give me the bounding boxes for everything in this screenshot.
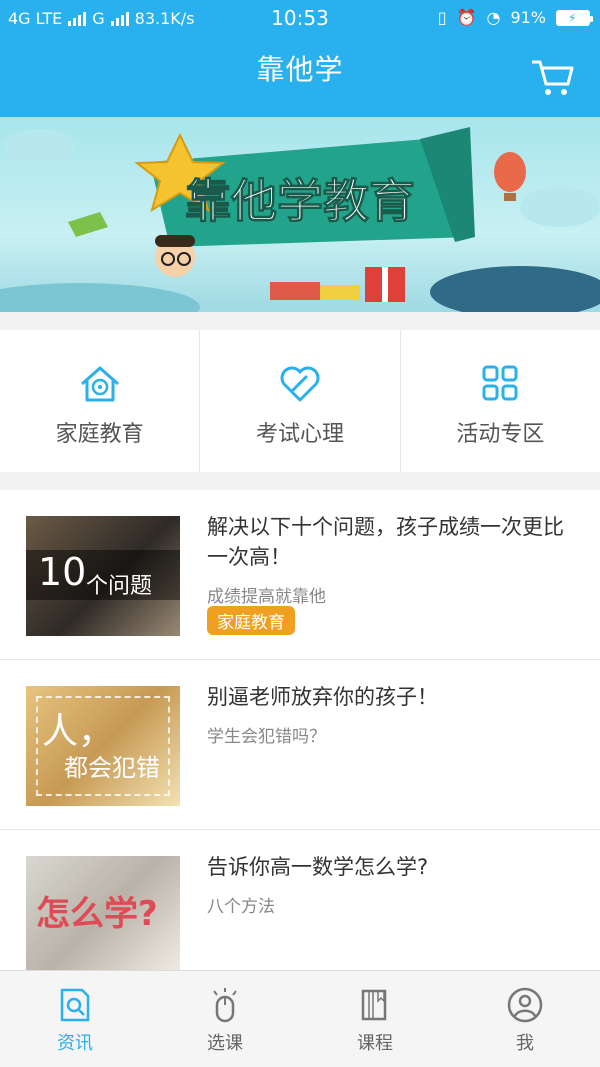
mouse-click-icon xyxy=(213,988,237,1023)
tab-label: 我 xyxy=(516,1033,534,1054)
tab-label: 课程 xyxy=(357,1033,393,1054)
article-subtitle: 成绩提高就靠他 xyxy=(207,587,326,607)
heart-pen-icon xyxy=(280,366,320,402)
thumb-text-small: 个问题 xyxy=(86,574,153,599)
battery-icon: ⚡ xyxy=(556,9,593,26)
vibrate-icon: ▯ xyxy=(437,8,447,27)
book-icon xyxy=(361,989,387,1021)
tab-label: 选课 xyxy=(207,1033,243,1054)
wifi-icon: ◔ xyxy=(486,8,501,27)
grid-icon xyxy=(482,365,518,401)
news-search-icon xyxy=(60,988,90,1022)
article-item[interactable]: 人， 都会犯错 别逼老师放弃你的孩子！ 学生会犯错吗？ xyxy=(0,660,600,830)
article-list: 10 个问题 解决以下十个问题，孩子成绩一次更比一次高！ 成绩提高就靠他 家庭教… xyxy=(0,490,600,970)
cart-button[interactable] xyxy=(530,56,574,100)
category-label: 家庭教育 xyxy=(55,422,144,447)
tab-news[interactable]: 资讯 xyxy=(0,971,150,1067)
thumb-text-big: 10 xyxy=(38,550,87,594)
article-thumbnail: 人， 都会犯错 xyxy=(26,686,180,806)
thumb-text-big: 人， xyxy=(42,711,115,752)
tab-courses[interactable]: 课程 xyxy=(300,971,450,1067)
battery-percent: 91% xyxy=(510,8,546,27)
thumb-text-small: 都会犯错 xyxy=(64,754,160,782)
thumb-text-big: 怎么学? xyxy=(36,894,158,934)
status-bar: 4G LTE G 83.1K/s 10:53 ▯ ⏰ ◔ 91% ⚡ xyxy=(0,0,600,38)
category-family-education[interactable]: 家庭教育 xyxy=(0,330,201,472)
article-title: 告诉你高一数学怎么学? xyxy=(207,855,429,879)
promo-banner[interactable]: 靠他学教育 xyxy=(0,117,600,312)
home-brain-icon xyxy=(80,366,119,402)
bottom-nav: 资讯 选课 课程 我 xyxy=(0,970,600,1067)
tab-me[interactable]: 我 xyxy=(450,971,600,1067)
alarm-icon: ⏰ xyxy=(456,8,477,27)
category-exam-psychology[interactable]: 考试心理 xyxy=(200,330,401,472)
article-subtitle: 八个方法 xyxy=(207,897,275,917)
tab-select-course[interactable]: 选课 xyxy=(150,971,300,1067)
article-title: 别逼老师放弃你的孩子！ xyxy=(207,685,438,709)
category-activities[interactable]: 活动专区 xyxy=(401,330,600,472)
article-subtitle: 学生会犯错吗？ xyxy=(207,727,326,747)
status-right: ▯ ⏰ ◔ 91% ⚡ xyxy=(437,8,593,27)
article-item[interactable]: 怎么学? 告诉你高一数学怎么学? 八个方法 xyxy=(0,830,600,970)
category-bar: 家庭教育 考试心理 活动专区 xyxy=(0,330,600,472)
app-header: 4G LTE G 83.1K/s 10:53 ▯ ⏰ ◔ 91% ⚡ 靠他学 xyxy=(0,0,600,117)
article-thumbnail: 10 个问题 xyxy=(26,516,180,636)
category-label: 考试心理 xyxy=(255,422,344,447)
banner-illustration: 靠他学教育 xyxy=(0,127,600,312)
article-title: 解决以下十个问题，孩子成绩一次更比一次高！ xyxy=(207,515,564,569)
category-label: 活动专区 xyxy=(456,422,545,447)
user-icon xyxy=(507,987,543,1023)
cart-icon xyxy=(532,60,574,95)
article-thumbnail: 怎么学? xyxy=(26,856,180,970)
article-item[interactable]: 10 个问题 解决以下十个问题，孩子成绩一次更比一次高！ 成绩提高就靠他 家庭教… xyxy=(0,490,600,660)
tab-label: 资讯 xyxy=(57,1033,93,1054)
banner-text: 靠他学教育 xyxy=(185,174,415,228)
page-title: 靠他学 xyxy=(256,53,344,86)
article-tag[interactable]: 家庭教育 xyxy=(207,606,295,635)
